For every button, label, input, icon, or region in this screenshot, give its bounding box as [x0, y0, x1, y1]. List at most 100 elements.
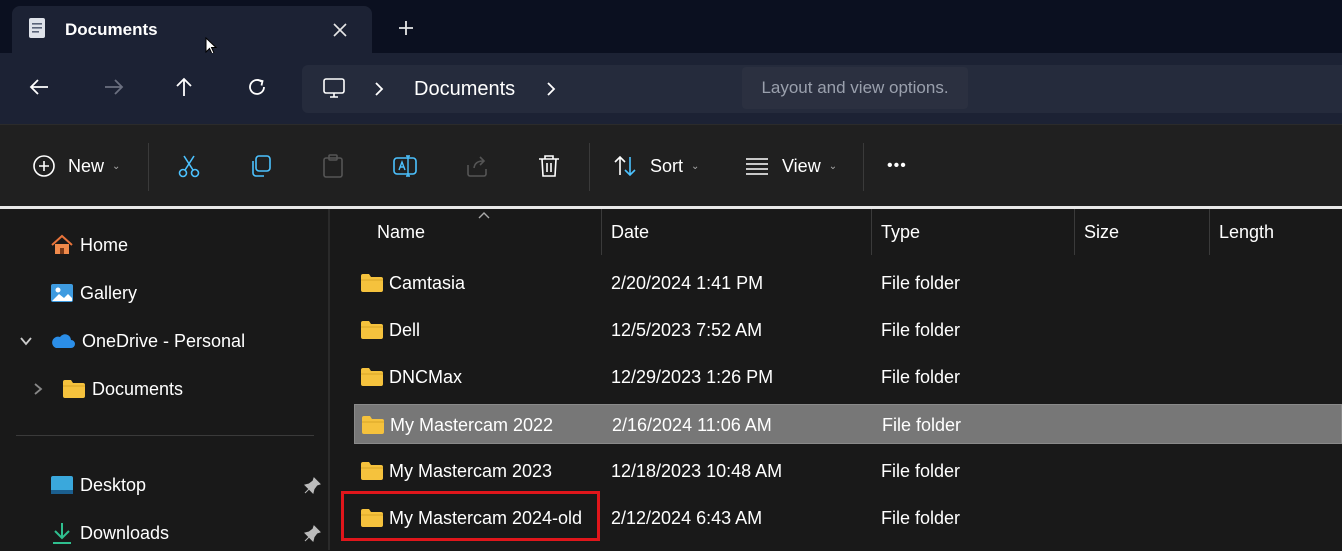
pin-icon[interactable] [304, 476, 322, 494]
sort-label: Sort [650, 155, 684, 176]
column-divider[interactable] [1074, 209, 1075, 255]
sort-icon [614, 155, 636, 177]
copy-button[interactable] [248, 125, 274, 207]
view-icon [746, 158, 768, 175]
trash-icon [539, 155, 559, 177]
column-header-type[interactable]: Type [881, 209, 920, 255]
column-header-size[interactable]: Size [1084, 209, 1119, 255]
folder-icon [361, 321, 383, 339]
new-button[interactable]: New ⌄ [32, 125, 120, 207]
column-divider[interactable] [1209, 209, 1210, 255]
sidebar-item-desktop[interactable]: Desktop [50, 467, 146, 503]
divider [16, 435, 314, 436]
file-date: 12/5/2023 7:52 AM [611, 319, 763, 340]
command-bar: New ⌄ Sort ⌄ View ⌄ ••• [0, 124, 1342, 207]
sidebar-item-downloads[interactable]: Downloads [50, 515, 169, 551]
file-type: File folder [881, 507, 961, 528]
document-icon [29, 18, 45, 38]
chevron-down-icon: ⌄ [828, 160, 838, 172]
tooltip: Layout and view options. [742, 67, 968, 109]
more-options-button[interactable]: ••• [887, 125, 907, 207]
navigation-pane: Home Gallery OneDrive - Personal Documen… [0, 209, 328, 550]
view-label: View [782, 155, 821, 176]
sidebar-item-label: Gallery [80, 282, 138, 303]
column-divider[interactable] [871, 209, 872, 255]
forward-button[interactable] [93, 67, 133, 107]
file-date: 12/29/2023 1:26 PM [611, 366, 774, 387]
tab-documents[interactable]: Documents [12, 6, 372, 53]
back-button[interactable] [20, 67, 60, 107]
table-row[interactable]: My Mastercam 2022 2/16/2024 11:06 AM File … [354, 404, 1342, 444]
sidebar-item-label: Downloads [80, 522, 170, 543]
folder-icon [361, 462, 383, 480]
rename-button[interactable] [392, 125, 418, 207]
sidebar-item-home[interactable]: Home [50, 227, 128, 263]
sort-button[interactable]: Sort ⌄ [612, 125, 699, 207]
cut-button[interactable] [176, 125, 202, 207]
file-date: 2/20/2024 1:41 PM [611, 272, 764, 293]
column-header-date[interactable]: Date [611, 209, 649, 255]
annotation-highlight-box [341, 491, 600, 541]
chevron-down-icon: ⌄ [112, 160, 121, 172]
chevron-right-icon[interactable] [544, 79, 558, 99]
divider [589, 143, 590, 191]
computer-icon [323, 78, 345, 98]
divider [863, 143, 864, 191]
folder-icon [63, 380, 85, 398]
file-type: File folder [881, 272, 961, 293]
file-name: Camtasia [389, 272, 466, 293]
share-button[interactable] [464, 125, 490, 207]
plus-circle-icon [33, 155, 55, 177]
scissors-icon [178, 155, 200, 178]
folder-icon [362, 416, 384, 434]
sidebar-item-label: OneDrive - Personal [82, 330, 246, 351]
file-name: My Mastercam 2022 [390, 414, 554, 435]
plus-icon [399, 21, 413, 35]
more-icon: ••• [887, 157, 907, 174]
file-name: Dell [389, 319, 421, 340]
file-date: 12/18/2023 10:48 AM [611, 460, 783, 481]
share-icon [467, 156, 487, 177]
new-label: New [68, 155, 105, 176]
sidebar-item-gallery[interactable]: Gallery [50, 275, 137, 311]
up-button[interactable] [164, 67, 204, 107]
table-row[interactable]: Dell 12/5/2023 7:52 AM File folder [354, 310, 1342, 350]
chevron-right-icon[interactable] [30, 381, 46, 397]
close-tab-button[interactable] [328, 18, 352, 42]
sidebar-item-label: Desktop [80, 474, 147, 495]
column-header-length[interactable]: Length [1219, 209, 1274, 255]
refresh-button[interactable] [237, 67, 277, 107]
table-row[interactable]: DNCMax 12/29/2023 1:26 PM File folder [354, 357, 1342, 397]
file-type: File folder [881, 319, 961, 340]
file-type: File folder [881, 460, 961, 481]
breadcrumb-documents[interactable]: Documents [414, 78, 515, 101]
pin-icon[interactable] [304, 524, 322, 542]
chevron-right-icon[interactable] [372, 79, 386, 99]
view-button[interactable]: View ⌄ [744, 125, 837, 207]
chevron-down-icon: ⌄ [691, 160, 700, 172]
close-icon [333, 23, 347, 37]
column-divider[interactable] [601, 209, 602, 255]
arrow-right-icon [105, 79, 124, 95]
file-type: File folder [882, 414, 962, 435]
file-type: File folder [881, 366, 961, 387]
rename-icon [393, 155, 417, 177]
table-row[interactable]: My Mastercam 2023 12/18/2023 10:48 AM File… [354, 451, 1342, 491]
sidebar-item-onedrive[interactable]: OneDrive - Personal [50, 323, 245, 359]
desktop-icon [51, 476, 73, 494]
navigation-bar: Documents [0, 53, 1342, 124]
new-tab-button[interactable] [394, 16, 418, 40]
file-date: 2/12/2024 6:43 AM [611, 507, 763, 528]
column-header-name[interactable]: Name [377, 209, 425, 255]
delete-button[interactable] [536, 125, 562, 207]
sort-ascending-icon [478, 212, 490, 219]
sidebar-item-label: Home [80, 234, 129, 255]
folder-icon [361, 368, 383, 386]
table-row[interactable]: Camtasia 2/20/2024 1:41 PM File folder [354, 263, 1342, 303]
sidebar-item-documents[interactable]: Documents [62, 371, 183, 407]
chevron-down-icon[interactable] [18, 333, 34, 349]
file-name: My Mastercam 2023 [389, 460, 553, 481]
paste-button[interactable] [320, 125, 346, 207]
copy-icon [252, 155, 271, 177]
divider [148, 143, 149, 191]
